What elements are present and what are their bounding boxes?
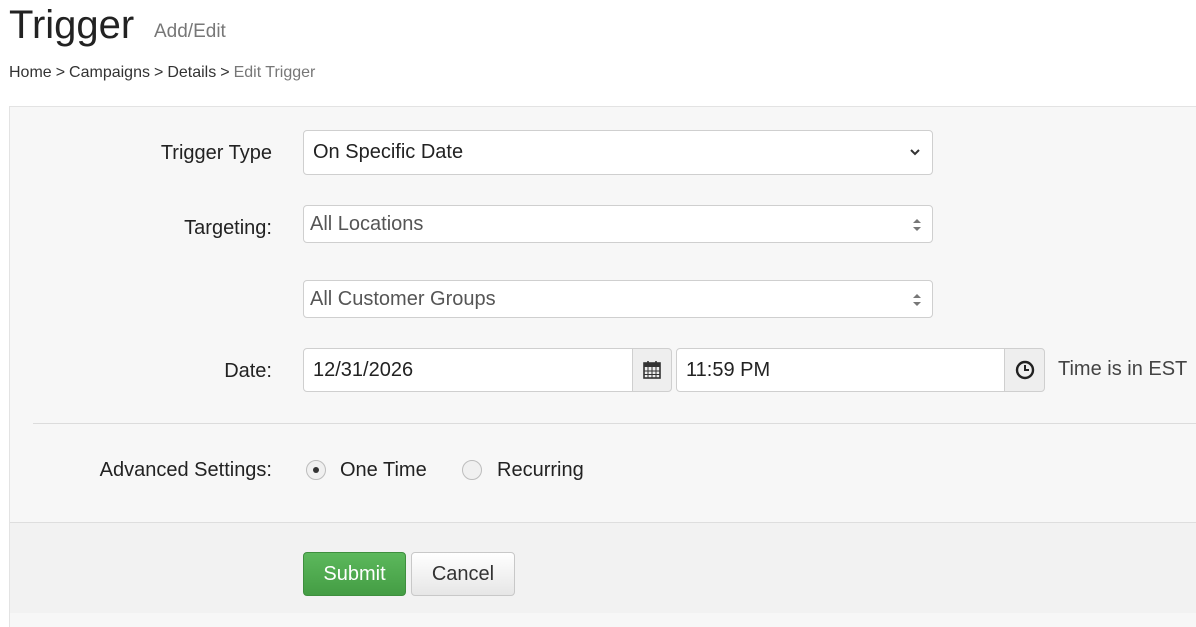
breadcrumb-campaigns[interactable]: Campaigns	[69, 64, 150, 81]
customer-groups-value: All Customer Groups	[310, 287, 496, 310]
form-actions-area	[10, 522, 1196, 613]
time-input[interactable]: 11:59 PM	[676, 348, 1006, 392]
date-value: 12/31/2026	[313, 358, 414, 381]
calendar-icon	[643, 361, 661, 379]
breadcrumb-details[interactable]: Details	[167, 64, 216, 81]
one-time-radio[interactable]	[306, 460, 326, 480]
one-time-label[interactable]: One Time	[340, 459, 427, 482]
date-picker-button[interactable]	[632, 348, 672, 392]
breadcrumb-separator: >	[153, 64, 164, 81]
locations-select[interactable]: All Locations	[303, 205, 933, 243]
trigger-type-value: On Specific Date	[313, 141, 464, 163]
date-label: Date:	[224, 360, 272, 382]
targeting-label: Targeting:	[184, 217, 272, 239]
recurring-radio[interactable]	[462, 460, 482, 480]
customer-groups-select[interactable]: All Customer Groups	[303, 280, 933, 318]
timezone-note: Time is in EST	[1058, 358, 1188, 380]
breadcrumb-separator: >	[220, 64, 230, 81]
breadcrumb: Home > Campaigns > Details > Edit Trigger	[9, 64, 315, 82]
sort-arrows-icon	[913, 294, 921, 306]
submit-button[interactable]: Submit	[303, 552, 406, 596]
breadcrumb-home[interactable]: Home	[9, 64, 52, 81]
page-title: Trigger	[9, 3, 135, 47]
breadcrumb-separator: >	[55, 64, 66, 81]
trigger-type-label: Trigger Type	[160, 142, 272, 164]
form-divider	[33, 423, 1196, 424]
chevron-down-icon	[910, 149, 920, 156]
sort-arrows-icon	[913, 219, 921, 231]
recurring-label[interactable]: Recurring	[497, 459, 584, 482]
advanced-settings-label: Advanced Settings:	[99, 459, 272, 481]
time-picker-button[interactable]	[1004, 348, 1045, 392]
page-subtitle: Add/Edit	[154, 21, 226, 42]
cancel-button[interactable]: Cancel	[411, 552, 515, 596]
locations-value: All Locations	[310, 212, 424, 235]
breadcrumb-current: Edit Trigger	[233, 64, 316, 81]
time-value: 11:59 PM	[686, 358, 771, 381]
trigger-type-select[interactable]: On Specific Date	[303, 130, 933, 175]
clock-icon	[1015, 360, 1034, 380]
date-input[interactable]: 12/31/2026	[303, 348, 633, 392]
